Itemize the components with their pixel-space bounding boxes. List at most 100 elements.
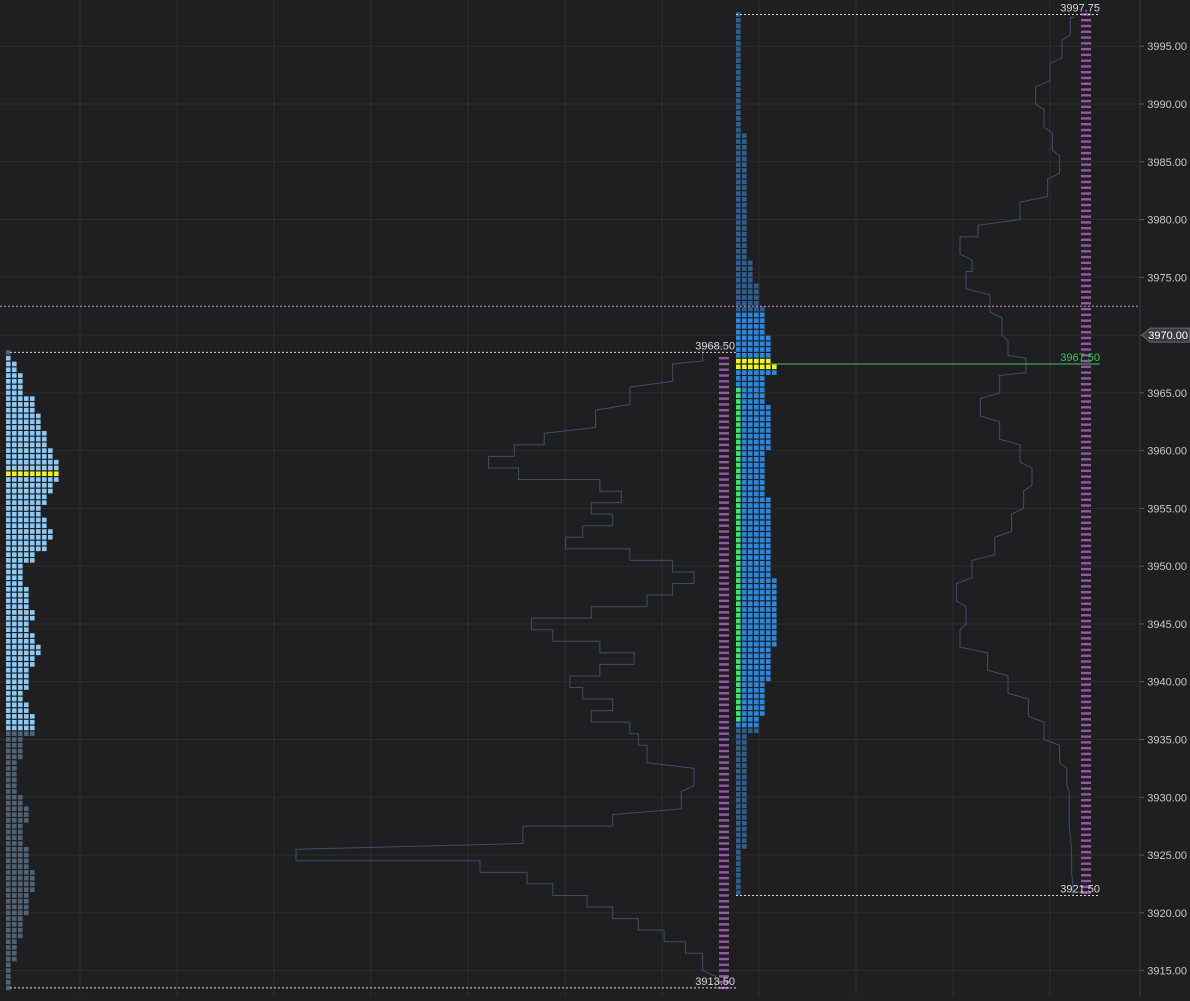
volume-number-cell	[1081, 521, 1091, 525]
tpo-letter-box	[736, 404, 741, 410]
volume-number-cell	[1081, 538, 1091, 542]
volume-number-cell	[719, 524, 729, 527]
tpo-letter-box	[18, 402, 23, 407]
tpo-letter-box	[6, 835, 11, 841]
tpo-letter-box	[760, 312, 765, 318]
volume-number-cell	[1081, 833, 1091, 837]
tpo-letter-box	[36, 471, 41, 477]
tpo-letter-box	[742, 618, 747, 624]
tpo-letter-box	[6, 610, 11, 615]
tpo-letter-box	[6, 875, 11, 881]
tpo-letter-box	[760, 578, 765, 583]
tpo-letter-box	[736, 740, 741, 745]
tpo-letter-box	[742, 324, 747, 329]
tpo-letter-box	[736, 410, 741, 416]
tpo-letter-box	[12, 610, 17, 615]
tpo-letter-box	[24, 500, 29, 505]
tpo-letter-box	[12, 442, 17, 448]
tpo-letter-box	[6, 690, 11, 696]
tpo-letter-box	[12, 373, 17, 378]
tpo-letter-box	[772, 636, 777, 641]
tpo-letter-box	[36, 413, 41, 419]
tpo-letter-box	[12, 702, 17, 708]
volume-number-cell	[1081, 267, 1091, 270]
tpo-letter-box	[748, 329, 753, 335]
volume-number-cell	[719, 628, 729, 631]
tpo-letter-box	[754, 676, 759, 682]
tpo-letter-box	[12, 939, 17, 944]
volume-number-cell	[1081, 804, 1091, 808]
volume-number-cell	[1081, 59, 1091, 62]
tpo-letter-box	[736, 277, 741, 283]
tpo-letter-box	[6, 569, 11, 575]
volume-number-cell	[719, 507, 729, 510]
tpo-letter-box	[42, 494, 47, 500]
tpo-letter-box	[742, 347, 747, 352]
tpo-letter-box	[742, 353, 747, 358]
tpo-letter-box	[736, 318, 741, 323]
tpo-letter-box	[12, 887, 17, 892]
tpo-letter-box	[12, 835, 17, 841]
tpo-letter-box	[748, 543, 753, 549]
tpo-letter-box	[760, 560, 765, 566]
tpo-letter-box	[742, 197, 747, 202]
tpo-letter-box	[760, 520, 765, 526]
volume-number-cell	[719, 374, 729, 377]
tpo-letter-box	[754, 329, 759, 335]
y-tick-label: 3945.00	[1147, 619, 1187, 631]
volume-number-cell	[719, 449, 729, 452]
tpo-letter-box	[12, 511, 17, 517]
tpo-letter-box	[6, 384, 11, 390]
volume-number-cell	[1081, 186, 1091, 189]
tpo-letter-box	[760, 422, 765, 427]
tpo-letter-box	[736, 283, 741, 289]
volume-number-cell	[1081, 76, 1091, 80]
tpo-letter-box	[18, 575, 23, 581]
tpo-letter-box	[754, 699, 759, 705]
tpo-letter-box	[736, 705, 741, 711]
volume-number-cell	[719, 686, 729, 689]
tpo-letter-box	[18, 644, 23, 650]
tpo-letter-box	[754, 335, 759, 341]
tpo-letter-box	[12, 875, 17, 881]
tpo-letter-box	[6, 638, 11, 644]
volume-number-cell	[1081, 82, 1091, 85]
market-profile-chart[interactable]: 3997.75 3968.50 3967.50 3921.50 3913.50 3995…	[0, 0, 1190, 996]
tpo-letter-box	[6, 852, 11, 858]
tpo-letter-box	[736, 803, 741, 809]
tpo-letter-box	[12, 506, 17, 511]
tpo-letter-box	[742, 641, 747, 647]
tpo-letter-box	[736, 301, 741, 306]
tpo-letter-box	[18, 413, 23, 419]
tpo-letter-box	[748, 428, 753, 433]
tpo-letter-box	[12, 523, 17, 529]
tpo-letter-box	[754, 641, 759, 647]
tpo-letter-box	[6, 742, 11, 748]
tpo-letter-box	[748, 387, 753, 393]
tpo-letter-box	[748, 537, 753, 543]
tpo-letter-box	[18, 933, 23, 939]
tpo-letter-box	[6, 725, 11, 731]
tpo-letter-box	[18, 754, 23, 760]
chart-canvas[interactable]: 3997.75 3968.50 3967.50 3921.50 3913.50 3995…	[0, 0, 1190, 996]
volume-number-cell	[719, 715, 729, 718]
tpo-letter-box	[736, 607, 741, 612]
tpo-letter-box	[24, 870, 29, 875]
tpo-letter-box	[736, 98, 741, 104]
tpo-letter-box	[24, 904, 29, 910]
tpo-letter-box	[6, 529, 11, 534]
tpo-letter-box	[748, 641, 753, 647]
tpo-letter-box	[30, 662, 35, 667]
volume-number-cell	[719, 530, 729, 533]
tpo-letter-box	[24, 402, 29, 407]
tpo-letter-box	[6, 974, 11, 979]
tpo-letter-box	[18, 373, 23, 378]
tpo-letter-box	[6, 621, 11, 627]
volume-number-cell	[1081, 498, 1091, 501]
volume-number-cell	[1081, 712, 1091, 715]
tpo-letter-box	[12, 719, 17, 725]
tpo-letter-box	[748, 289, 753, 295]
tpo-letter-box	[12, 390, 17, 396]
tpo-letter-box	[6, 563, 11, 569]
tpo-letter-box	[766, 664, 771, 670]
